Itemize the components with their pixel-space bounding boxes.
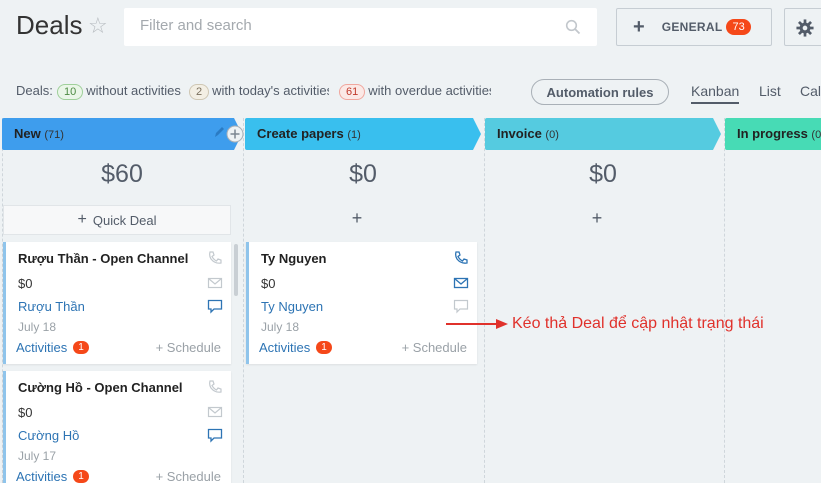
activities-link[interactable]: Activities 1 xyxy=(259,340,332,355)
deal-title[interactable]: Cường Hồ - Open Channel xyxy=(18,380,183,395)
deal-price: $0 xyxy=(18,276,33,291)
annotation-text: Kéo thả Deal để cập nhật trạng thái xyxy=(512,315,764,332)
page-title: Deals xyxy=(16,10,83,40)
activities-count-badge: 1 xyxy=(73,470,89,483)
phone-icon[interactable] xyxy=(207,250,223,266)
search-box[interactable] xyxy=(124,8,597,46)
deal-contact[interactable]: Ty Nguyen xyxy=(261,299,323,314)
column-sum: $60 xyxy=(101,160,143,188)
deal-date: July 18 xyxy=(18,320,57,334)
pencil-icon[interactable] xyxy=(213,125,225,139)
column-title: New (71) xyxy=(14,126,64,141)
deal-title[interactable]: Rượu Thần - Open Channel xyxy=(18,251,188,266)
deal-card[interactable]: Rượu Thần - Open Channel $0 Rượu Thần Ju… xyxy=(3,242,231,364)
column-sum: $0 xyxy=(589,160,617,188)
schedule-link[interactable]: + Schedule xyxy=(402,340,467,355)
quick-deal-label: Quick Deal xyxy=(92,212,157,228)
search-icon[interactable] xyxy=(565,19,581,35)
schedule-link[interactable]: + Schedule xyxy=(156,469,221,483)
column-divider xyxy=(724,118,725,483)
without-count-badge: 10 xyxy=(57,84,84,100)
deal-price: $0 xyxy=(18,405,33,420)
settings-button[interactable] xyxy=(784,8,821,46)
stats-without-activities[interactable]: 10 without activities xyxy=(57,83,181,100)
stats-prefix: Deals: xyxy=(16,83,53,98)
activities-count-badge: 1 xyxy=(73,341,89,354)
deal-price: $0 xyxy=(261,276,276,291)
activities-count-badge: 1 xyxy=(316,341,332,354)
chat-icon[interactable] xyxy=(207,427,223,443)
general-label: GENERAL xyxy=(661,20,723,34)
quick-deal-button[interactable]: + Quick Deal xyxy=(3,205,231,235)
general-button[interactable]: + GENERAL 73 xyxy=(616,8,772,46)
deal-date: July 17 xyxy=(18,449,57,463)
column-title: Create papers (1) xyxy=(257,126,361,141)
plus-icon: + xyxy=(77,211,87,228)
today-count-badge: 2 xyxy=(189,84,210,100)
overdue-count-badge: 61 xyxy=(339,84,366,100)
mail-icon[interactable] xyxy=(207,275,223,291)
without-label: without activities xyxy=(86,83,181,98)
overdue-label: with overdue activities xyxy=(368,83,491,98)
column-scrollbar[interactable] xyxy=(234,244,238,296)
today-label: with today's activities xyxy=(212,83,329,98)
phone-icon[interactable] xyxy=(207,379,223,395)
tab-list[interactable]: List xyxy=(759,83,781,99)
column-title: In progress (0) xyxy=(737,126,821,141)
tab-calendar[interactable]: Calendar xyxy=(800,83,821,99)
activities-link[interactable]: Activities 1 xyxy=(16,340,89,355)
deal-card[interactable]: Ty Nguyen $0 Ty Nguyen July 18 Activitie… xyxy=(246,242,477,364)
tab-kanban[interactable]: Kanban xyxy=(691,83,740,104)
star-icon[interactable]: ☆ xyxy=(88,13,108,39)
phone-icon[interactable] xyxy=(453,250,469,266)
stats-today-activities[interactable]: 2 with today's activities xyxy=(189,83,329,100)
deal-contact[interactable]: Rượu Thần xyxy=(18,299,85,314)
column-header-new[interactable]: New (71) xyxy=(2,118,244,150)
column-divider xyxy=(243,118,244,483)
deal-contact[interactable]: Cường Hồ xyxy=(18,428,79,443)
arrow-right-icon xyxy=(446,319,508,329)
mail-icon[interactable] xyxy=(207,404,223,420)
search-input[interactable] xyxy=(140,17,540,34)
column-header-invoice[interactable]: Invoice (0) xyxy=(485,118,721,150)
general-count-badge: 73 xyxy=(726,19,751,35)
chat-icon[interactable] xyxy=(207,298,223,314)
stats-overdue-activities[interactable]: 61 with overdue activities xyxy=(339,83,491,100)
gear-icon xyxy=(796,19,814,37)
plus-icon: + xyxy=(633,15,645,38)
column-title: Invoice (0) xyxy=(497,126,559,141)
add-column-icon[interactable] xyxy=(226,125,244,143)
chat-icon[interactable] xyxy=(453,298,469,314)
schedule-link[interactable]: + Schedule xyxy=(156,340,221,355)
deal-title[interactable]: Ty Nguyen xyxy=(261,251,327,266)
mail-icon[interactable] xyxy=(453,275,469,291)
deal-date: July 18 xyxy=(261,320,300,334)
column-header-create-papers[interactable]: Create papers (1) xyxy=(245,118,481,150)
column-header-in-progress[interactable]: In progress (0) xyxy=(725,118,821,150)
add-deal-button[interactable]: + xyxy=(245,208,469,229)
column-sum: $0 xyxy=(349,160,377,188)
deal-card[interactable]: Cường Hồ - Open Channel $0 Cường Hồ July… xyxy=(3,371,231,483)
add-deal-button[interactable]: + xyxy=(485,208,709,229)
automation-rules-button[interactable]: Automation rules xyxy=(531,79,669,105)
activities-link[interactable]: Activities 1 xyxy=(16,469,89,483)
